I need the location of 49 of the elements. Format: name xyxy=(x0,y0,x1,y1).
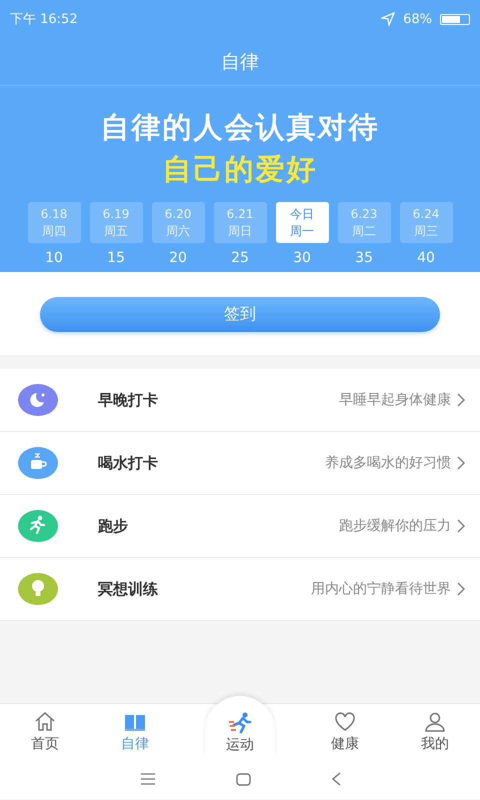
task-name: 喝水打卡 xyxy=(98,454,159,472)
date-chip[interactable]: 6.19 周五 xyxy=(90,202,142,243)
points-value: 20 xyxy=(169,250,187,266)
home-icon xyxy=(33,710,57,734)
page-title: 自律 xyxy=(221,50,259,74)
user-icon xyxy=(423,710,447,734)
back-icon[interactable] xyxy=(330,772,340,786)
chevron-icon xyxy=(457,393,466,407)
date-chip[interactable]: 6.18 周四 xyxy=(28,202,80,243)
banner-highlight: 自己的爱好 xyxy=(162,151,318,188)
task-row[interactable]: 跑步 跑步缓解你的压力 xyxy=(0,495,480,558)
status-time: 下午 16:52 xyxy=(10,11,78,28)
chevron-icon xyxy=(457,456,466,470)
date-chip[interactable]: 6.23 周二 xyxy=(338,202,390,243)
nav-tab[interactable]: 我的 xyxy=(390,704,480,759)
points-value: 10 xyxy=(45,250,63,266)
chevron-icon xyxy=(457,519,466,533)
battery-icon xyxy=(440,14,470,24)
task-row[interactable]: 喝水打卡 养成多喝水的好习惯 xyxy=(0,432,480,495)
location-icon xyxy=(381,12,396,26)
date-chip[interactable]: 6.24 周三 xyxy=(400,202,452,243)
date-chip[interactable]: 6.21 周日 xyxy=(214,202,266,243)
chevron-icon xyxy=(457,582,466,596)
task-name: 早晚打卡 xyxy=(98,390,159,410)
points-value: 25 xyxy=(231,250,249,266)
task-row[interactable]: 早晚打卡 早睡早起身体健康 xyxy=(0,369,480,432)
task-name: 跑步 xyxy=(98,516,129,536)
points-value: 40 xyxy=(417,250,435,266)
date-chip[interactable]: 今日 周一 xyxy=(276,202,328,243)
nav-tab[interactable]: 首页 xyxy=(0,704,90,759)
menu-icon[interactable] xyxy=(140,773,156,785)
task-name: 冥想训练 xyxy=(98,580,159,598)
nav-tab[interactable]: 自律 xyxy=(90,704,180,759)
banner-headline: 自律的人会认真对待 xyxy=(100,109,380,146)
task-hint: 养成多喝水的好习惯 xyxy=(325,454,451,472)
home-button-icon[interactable] xyxy=(236,772,250,786)
points-value: 35 xyxy=(355,250,373,266)
task-hint: 用内心的宁静看待世界 xyxy=(311,580,451,598)
task-row[interactable]: 冥想训练 用内心的宁静看待世界 xyxy=(0,558,480,621)
task-hint: 跑步缓解你的压力 xyxy=(339,517,451,535)
battery-percent: 68% xyxy=(403,12,432,26)
nav-tab[interactable]: 运动 xyxy=(205,696,275,759)
nav-tab[interactable]: 健康 xyxy=(300,704,390,759)
points-value: 15 xyxy=(107,250,125,266)
sport-icon xyxy=(228,711,252,735)
date-chip[interactable]: 6.20 周六 xyxy=(152,202,204,243)
points-value: 30 xyxy=(293,250,311,266)
task-hint: 早睡早起身体健康 xyxy=(339,391,451,409)
checkin-button[interactable]: 签到 xyxy=(40,297,440,332)
